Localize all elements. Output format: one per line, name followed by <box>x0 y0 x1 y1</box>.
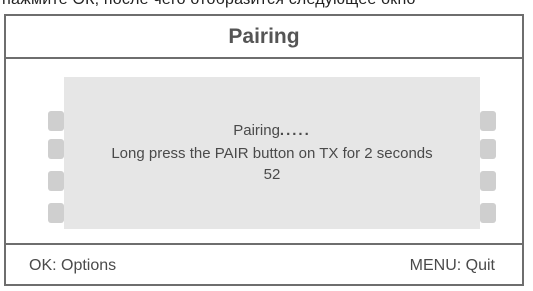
side-tab-right-1 <box>480 111 496 131</box>
screen-header: Pairing <box>6 16 522 59</box>
pairing-screen: Pairing Pairing..... Long press the PAIR… <box>4 14 524 286</box>
page: нажмите ОК, после чего отобразится следу… <box>0 0 533 291</box>
side-tab-left-2 <box>48 139 64 159</box>
cropped-caption: нажмите ОК, после чего отобразится следу… <box>0 0 533 10</box>
side-tab-right-4 <box>480 203 496 223</box>
side-tab-left-3 <box>48 171 64 191</box>
screen-footer: OK: Options MENU: Quit <box>6 243 522 284</box>
caption-text: нажмите ОК, после чего отобразится следу… <box>2 0 416 9</box>
ok-options-hint[interactable]: OK: Options <box>29 257 116 275</box>
pairing-instruction: Long press the PAIR button on TX for 2 s… <box>111 145 433 162</box>
pairing-dialog: Pairing..... Long press the PAIR button … <box>64 77 480 229</box>
pairing-status: Pairing..... <box>233 121 311 141</box>
menu-quit-hint[interactable]: MENU: Quit <box>410 257 495 275</box>
side-tab-right-2 <box>480 139 496 159</box>
screen-content: Pairing..... Long press the PAIR button … <box>6 59 522 243</box>
pairing-status-label: Pairing <box>233 122 280 139</box>
pairing-countdown: 52 <box>263 166 281 183</box>
screen-title: Pairing <box>228 24 300 48</box>
side-tab-left-4 <box>48 203 64 223</box>
side-tab-left-1 <box>48 111 64 131</box>
side-tab-right-3 <box>480 171 496 191</box>
pairing-progress-dots: ..... <box>279 122 311 139</box>
